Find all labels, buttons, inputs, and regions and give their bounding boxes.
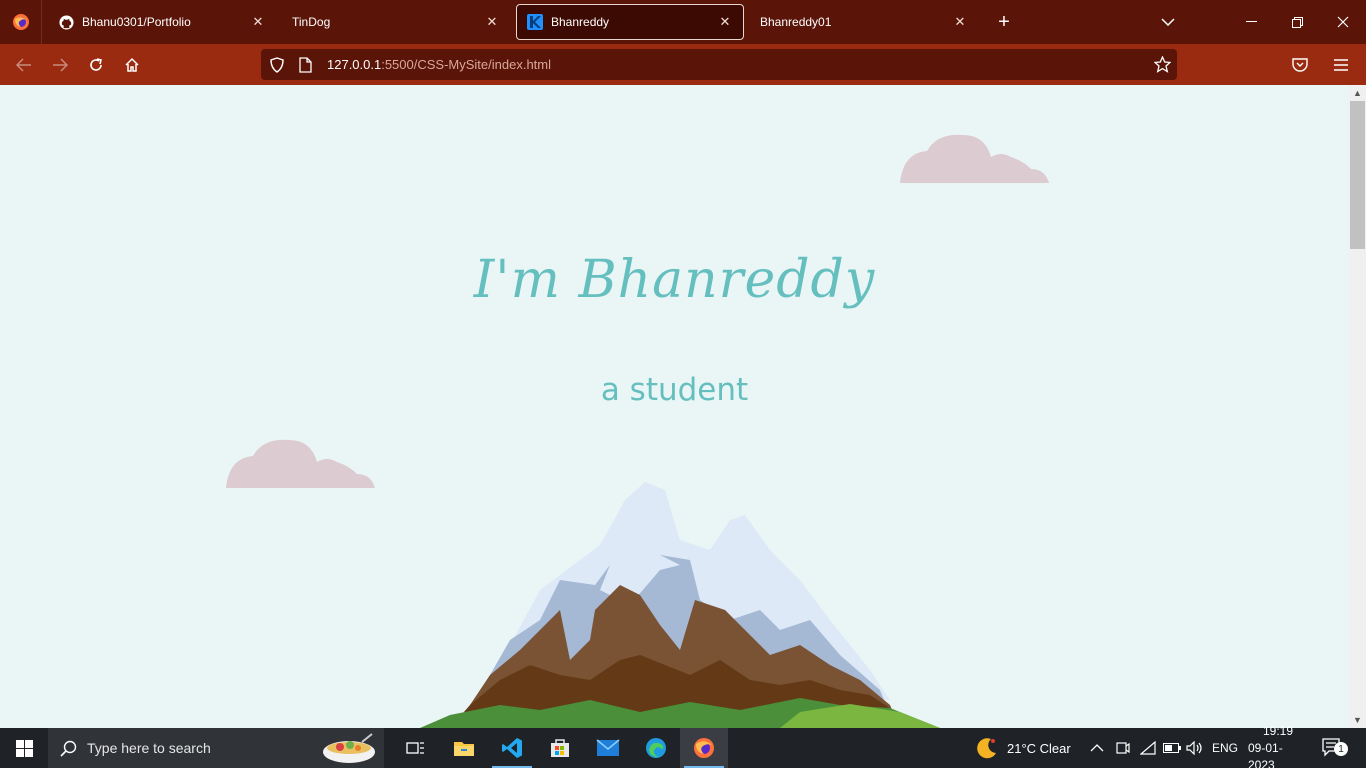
volume-icon[interactable] [1186, 728, 1204, 768]
task-view-icon[interactable] [392, 728, 440, 768]
tab-bhanreddy[interactable]: Bhanreddy ✕ [516, 4, 744, 40]
tab-portfolio[interactable]: Bhanu0301/Portfolio ✕ [48, 4, 276, 40]
tab-tindog[interactable]: TinDog ✕ [282, 4, 510, 40]
show-hidden-icons-icon[interactable] [1090, 728, 1104, 768]
close-icon[interactable]: ✕ [717, 14, 733, 30]
cloud-top-image [900, 134, 1049, 183]
url-host: 127.0.0.1 [327, 57, 382, 72]
navigation-bar: 127.0.0.1:5500/CSS-MySite/index.html [0, 44, 1366, 85]
notification-icon[interactable]: 1 [1322, 728, 1348, 768]
wifi-icon[interactable] [1140, 728, 1156, 768]
close-window-button[interactable] [1320, 0, 1366, 44]
mail-icon[interactable] [584, 728, 632, 768]
url-path: :5500/CSS-MySite/index.html [381, 57, 552, 72]
bookmark-star-icon[interactable] [1154, 56, 1171, 73]
close-icon[interactable]: ✕ [484, 14, 500, 30]
close-icon[interactable]: ✕ [250, 14, 266, 30]
chevron-down-icon[interactable] [1156, 8, 1180, 36]
page-icon[interactable] [299, 56, 319, 73]
moon-icon [975, 736, 999, 760]
hero-subtitle: a student [600, 372, 749, 408]
cloud-middle-image [226, 439, 375, 488]
minimize-button[interactable] [1228, 0, 1274, 44]
tab-title: TinDog [292, 15, 331, 29]
search-highlight-icon [322, 732, 376, 764]
back-button[interactable] [6, 49, 42, 81]
site-favicon-icon [527, 14, 543, 30]
clock[interactable]: 19:19 09-01-2023 [1248, 724, 1308, 768]
new-tab-button[interactable]: + [990, 8, 1018, 36]
windows-taskbar: Type here to search 21°C Clear ENG 19:19… [0, 724, 1366, 768]
language-indicator[interactable]: ENG [1212, 728, 1238, 768]
github-icon [58, 14, 74, 30]
hero-title: I'm Bhanreddy [473, 250, 876, 310]
scroll-up-icon[interactable]: ▲ [1349, 85, 1366, 101]
url-bar[interactable]: 127.0.0.1:5500/CSS-MySite/index.html [261, 49, 1177, 80]
windows-start-icon[interactable] [0, 728, 48, 768]
notification-count: 1 [1334, 742, 1348, 756]
scroll-down-icon[interactable]: ▼ [1349, 712, 1366, 728]
page-viewport: I'm Bhanreddy a student [0, 85, 1349, 728]
weather-widget[interactable]: 21°C Clear [975, 728, 1071, 768]
tab-title: Bhanreddy01 [760, 15, 832, 29]
forward-button[interactable] [42, 49, 78, 81]
tab-bhanreddy01[interactable]: Bhanreddy01 ✕ [750, 4, 978, 40]
vertical-scrollbar[interactable]: ▲ ▼ [1349, 85, 1366, 728]
edge-icon[interactable] [632, 728, 680, 768]
camera-icon[interactable] [1116, 728, 1130, 768]
mountain-image [420, 482, 940, 728]
tab-title: Bhanreddy [551, 15, 610, 29]
home-button[interactable] [114, 49, 150, 81]
clock-time: 19:19 [1262, 723, 1294, 738]
hamburger-menu-icon[interactable] [1334, 44, 1348, 85]
firefox-menu-icon[interactable] [0, 0, 42, 44]
tab-bar: Bhanu0301/Portfolio ✕ TinDog ✕ Bhanreddy… [0, 0, 1366, 44]
pocket-icon[interactable] [1292, 44, 1308, 85]
shield-icon[interactable] [269, 56, 289, 73]
restore-button[interactable] [1274, 0, 1320, 44]
file-explorer-icon[interactable] [440, 728, 488, 768]
firefox-taskbar-icon[interactable] [680, 728, 728, 768]
battery-icon[interactable] [1163, 728, 1181, 768]
search-icon [60, 740, 77, 757]
microsoft-store-icon[interactable] [536, 728, 584, 768]
search-placeholder: Type here to search [87, 740, 211, 756]
scroll-thumb[interactable] [1350, 101, 1365, 249]
reload-button[interactable] [78, 49, 114, 81]
vscode-icon[interactable] [488, 728, 536, 768]
tab-title: Bhanu0301/Portfolio [82, 15, 191, 29]
taskbar-search-box[interactable]: Type here to search [48, 728, 384, 768]
weather-text: 21°C Clear [1007, 740, 1071, 756]
close-icon[interactable]: ✕ [952, 14, 968, 30]
clock-date: 09-01-2023 [1248, 740, 1283, 768]
